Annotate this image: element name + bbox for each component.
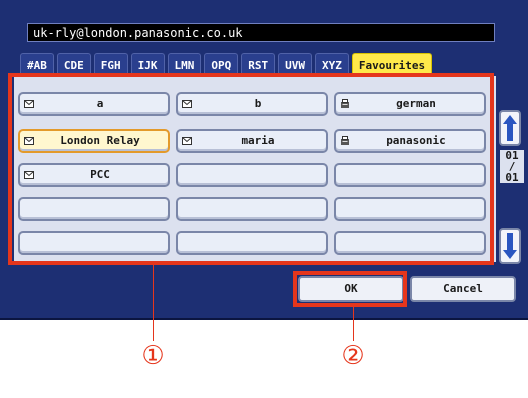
- callout-leader-1: [153, 265, 154, 341]
- address-display: uk-rly@london.panasonic.co.uk: [27, 23, 495, 42]
- callout-number-2: ②: [341, 341, 365, 371]
- page-total: 01: [505, 171, 519, 184]
- highlight-box-entries: [8, 73, 494, 265]
- callout-leader-2: [353, 307, 354, 341]
- cancel-button[interactable]: Cancel: [410, 276, 516, 302]
- scroll-up-button[interactable]: [499, 110, 521, 146]
- arrow-up-icon: [503, 115, 517, 141]
- scroll-down-button[interactable]: [499, 228, 521, 264]
- page-indicator: 01 / 01: [500, 150, 524, 183]
- highlight-box-ok: [293, 271, 407, 307]
- arrow-down-icon: [503, 233, 517, 259]
- callout-number-1: ①: [141, 341, 165, 371]
